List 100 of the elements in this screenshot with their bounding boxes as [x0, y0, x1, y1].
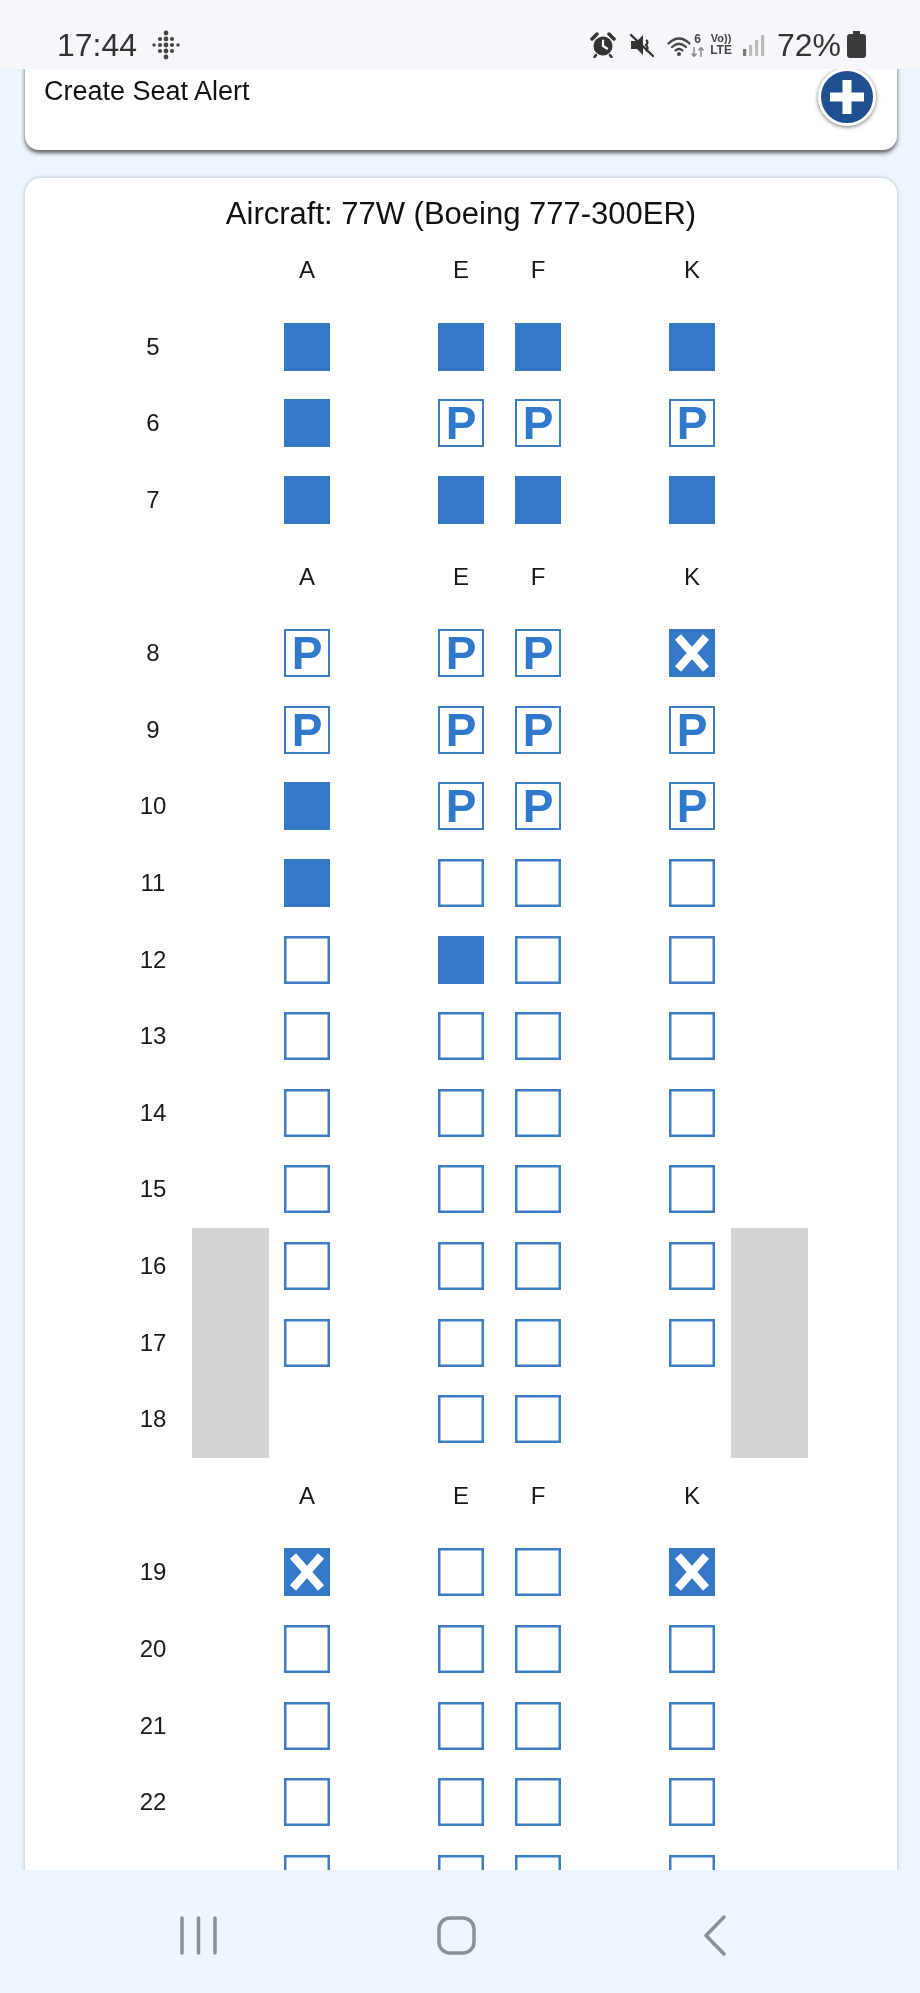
empty-seat-icon	[515, 1088, 561, 1137]
empty-seat-icon	[515, 1548, 561, 1597]
column-letter: K	[684, 562, 700, 591]
empty-seat-icon	[438, 1548, 484, 1597]
filled-seat-icon	[438, 935, 484, 984]
empty-seat-icon	[515, 1625, 561, 1673]
filled-seat-icon	[438, 322, 484, 371]
column-letter: F	[530, 562, 546, 591]
empty-seat-icon	[284, 1625, 330, 1673]
row-number: 14	[139, 1098, 167, 1127]
empty-seat-icon	[515, 1242, 561, 1290]
crossed-seat-icon	[669, 1548, 715, 1597]
empty-seat-icon	[438, 1012, 484, 1061]
empty-seat-icon	[438, 1088, 484, 1137]
row-number: 21	[139, 1711, 167, 1740]
marked-seat: P	[438, 629, 484, 678]
empty-seat-icon	[669, 1165, 715, 1214]
empty-seat-icon	[438, 859, 484, 908]
marked-seat: P	[438, 399, 484, 448]
filled-seat-icon	[515, 476, 561, 525]
row-number: 19	[139, 1558, 167, 1587]
row-number: 17	[139, 1328, 167, 1357]
row-number: 6	[146, 409, 160, 438]
row-number: 18	[139, 1405, 167, 1434]
empty-seat-icon	[284, 935, 330, 984]
marked-seat: P	[515, 399, 561, 448]
marked-seat: P	[515, 705, 561, 754]
filled-seat-icon	[284, 859, 330, 908]
lte-label: LTE	[710, 44, 732, 57]
column-letter: K	[684, 1481, 700, 1510]
empty-seat-icon	[515, 1318, 561, 1367]
marked-seat: P	[438, 705, 484, 754]
column-letter: K	[684, 256, 700, 285]
marked-seat: P	[669, 705, 715, 754]
filled-seat-icon	[284, 399, 330, 448]
row-number: 11	[140, 869, 166, 898]
empty-seat-icon	[284, 1778, 330, 1827]
empty-seat-icon	[515, 1395, 561, 1444]
create-alert-label: Create Seat Alert	[44, 75, 250, 108]
battery-icon	[847, 31, 866, 58]
empty-seat-icon	[438, 1165, 484, 1214]
empty-seat-icon	[515, 1778, 561, 1827]
empty-seat-icon	[284, 1242, 330, 1290]
empty-seat-icon	[438, 1318, 484, 1367]
row-number: 20	[139, 1635, 167, 1663]
empty-seat-icon	[669, 1242, 715, 1290]
aircraft-title: Aircraft: 77W (Boeing 777-300ER)	[224, 195, 698, 232]
empty-seat-icon	[669, 1625, 715, 1673]
dots-icon	[151, 29, 182, 60]
filled-seat-icon	[515, 322, 561, 371]
marked-seat: P	[669, 399, 715, 448]
crossed-seat-icon	[669, 629, 715, 678]
empty-seat-icon	[284, 1165, 330, 1214]
empty-seat-icon	[515, 1165, 561, 1214]
wifi-generation-label: 6	[694, 32, 701, 45]
empty-seat-icon	[515, 935, 561, 984]
back-icon[interactable]	[702, 1915, 726, 1956]
home-icon[interactable]	[436, 1916, 476, 1955]
row-number: 7	[146, 486, 160, 515]
empty-seat-icon	[438, 1242, 484, 1290]
alarm-clock-icon	[590, 31, 617, 58]
empty-seat-icon	[438, 1395, 484, 1444]
empty-seat-icon	[284, 1088, 330, 1137]
add-alert-button[interactable]	[818, 69, 876, 126]
marked-seat: P	[515, 782, 561, 831]
clock-time: 17:44	[57, 26, 138, 63]
column-letter: F	[530, 1481, 546, 1510]
filled-seat-icon	[669, 476, 715, 525]
filled-seat-icon	[669, 322, 715, 371]
wifi-icon	[667, 34, 692, 57]
empty-seat-icon	[669, 1088, 715, 1137]
marked-seat: P	[438, 782, 484, 831]
column-letter: A	[299, 256, 315, 285]
empty-seat-icon	[669, 1701, 715, 1750]
row-number: 16	[139, 1252, 167, 1280]
column-letter: A	[299, 562, 315, 591]
empty-seat-icon	[669, 859, 715, 908]
empty-seat-icon	[438, 1625, 484, 1673]
empty-seat-icon	[284, 1012, 330, 1061]
marked-seat: P	[284, 705, 330, 754]
crossed-seat-icon	[284, 1548, 330, 1597]
empty-seat-icon	[669, 1778, 715, 1827]
marked-seat: P	[669, 782, 715, 831]
empty-seat-icon	[515, 1701, 561, 1750]
row-number: 8	[146, 639, 160, 668]
plus-icon	[830, 80, 864, 114]
empty-seat-icon	[515, 1012, 561, 1061]
recent-apps-icon[interactable]	[179, 1916, 217, 1955]
empty-seat-icon	[515, 859, 561, 908]
empty-seat-icon	[438, 1701, 484, 1750]
empty-seat-icon	[438, 1778, 484, 1827]
column-letter: A	[299, 1481, 315, 1510]
signal-bars-icon	[741, 33, 766, 56]
row-number: 15	[139, 1175, 167, 1204]
column-letter: F	[530, 256, 546, 285]
empty-seat-icon	[669, 935, 715, 984]
column-letter: E	[453, 256, 469, 285]
row-number: 13	[139, 1022, 167, 1051]
filled-seat-icon	[438, 476, 484, 525]
battery-percent: 72%	[776, 26, 841, 63]
